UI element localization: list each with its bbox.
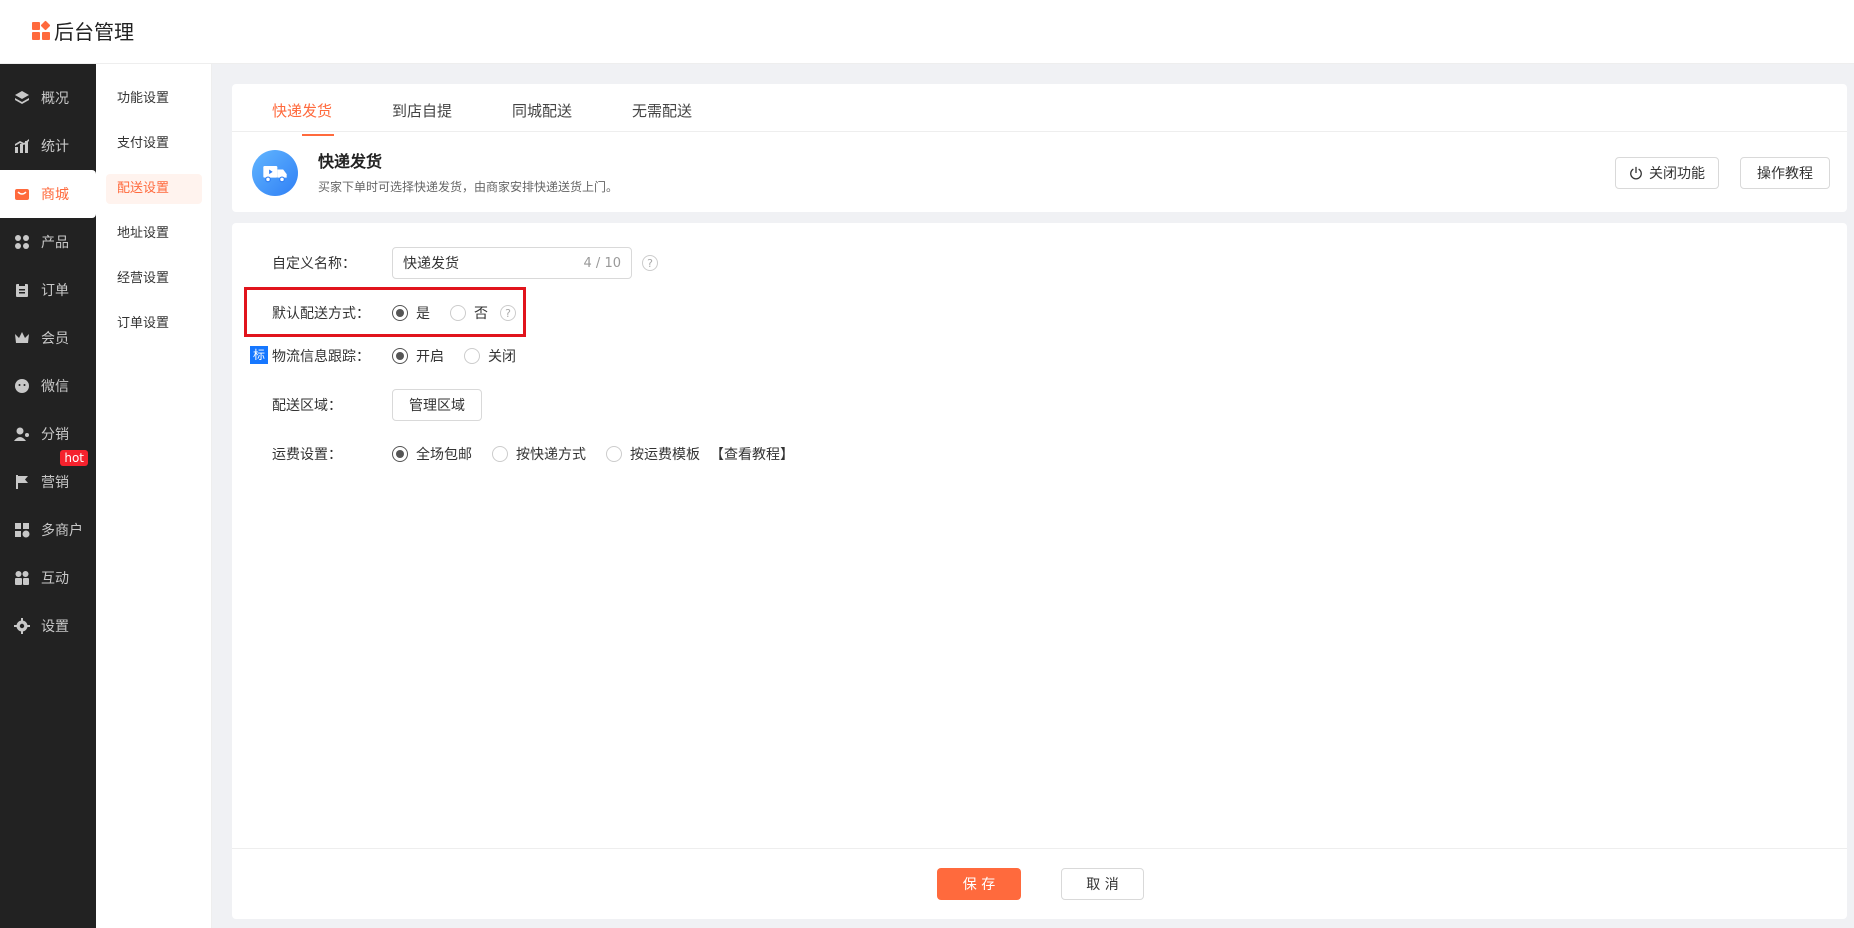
cancel-button[interactable]: 取 消 bbox=[1061, 868, 1144, 900]
tab-same-city[interactable]: 同城配送 bbox=[512, 100, 572, 121]
manage-area-button[interactable]: 管理区域 bbox=[392, 389, 482, 421]
sidebar-item-wechat[interactable]: 微信 bbox=[0, 362, 96, 410]
radio-label: 按运费模板 bbox=[630, 447, 700, 463]
submenu-item-delivery[interactable]: 配送设置 bbox=[106, 174, 202, 204]
radio-dot bbox=[392, 348, 408, 364]
footer-divider bbox=[232, 848, 1847, 849]
radio-dot bbox=[606, 446, 622, 462]
submenu-item-order[interactable]: 订单设置 bbox=[106, 309, 202, 339]
custom-name-value: 快递发货 bbox=[403, 256, 459, 272]
help-icon[interactable]: ? bbox=[642, 255, 658, 271]
sidebar-item-label: 设置 bbox=[41, 619, 69, 635]
tab-express[interactable]: 快递发货 bbox=[272, 100, 335, 136]
feature-description: 买家下单时可选择快递发货，由商家安排快递送货上门。 bbox=[318, 180, 619, 194]
delivery-area-row: 配送区域： 管理区域 bbox=[272, 389, 482, 421]
sidebar-item-member[interactable]: 会员 bbox=[0, 314, 96, 362]
sidebar-item-order[interactable]: 订单 bbox=[0, 266, 96, 314]
radio-by-template[interactable]: 按运费模板 bbox=[606, 444, 700, 464]
delivery-header-card: 快递发货 到店自提 同城配送 无需配送 快递发货 买家下单时可选择快递发货，由商… bbox=[232, 84, 1847, 212]
sidebar-item-settings[interactable]: 设置 bbox=[0, 602, 96, 650]
freight-row: 运费设置： 全场包邮 按快递方式 按运费模板 【查看教程】 bbox=[272, 438, 794, 470]
sidebar-item-product[interactable]: 产品 bbox=[0, 218, 96, 266]
submenu-item-payment[interactable]: 支付设置 bbox=[106, 129, 202, 159]
distribution-icon bbox=[14, 426, 30, 442]
sidebar-item-label: 订单 bbox=[41, 283, 69, 299]
close-feature-label: 关闭功能 bbox=[1649, 166, 1705, 182]
secondary-menu: 功能设置 支付设置 配送设置 地址设置 经营设置 订单设置 bbox=[96, 64, 212, 928]
mall-icon bbox=[14, 186, 30, 202]
char-counter: 4 / 10 bbox=[583, 255, 621, 271]
radio-label: 关闭 bbox=[488, 349, 516, 365]
top-header: 后台管理 bbox=[0, 0, 1854, 64]
gear-icon bbox=[14, 618, 30, 634]
close-feature-button[interactable]: 关闭功能 bbox=[1615, 157, 1719, 189]
truck-icon bbox=[252, 150, 298, 196]
logo-icon bbox=[32, 20, 51, 40]
sidebar-item-label: 会员 bbox=[41, 331, 69, 347]
highlight-annotation-box bbox=[244, 287, 526, 337]
radio-dot bbox=[492, 446, 508, 462]
delivery-tabs: 快递发货 到店自提 同城配送 无需配送 bbox=[232, 84, 1847, 136]
sidebar-item-interaction[interactable]: 互动 bbox=[0, 554, 96, 602]
sidebar-item-overview[interactable]: 概况 bbox=[0, 74, 96, 122]
sidebar-item-label: 营销 bbox=[41, 475, 69, 491]
order-icon bbox=[14, 282, 30, 298]
sidebar-item-label: 微信 bbox=[41, 379, 69, 395]
flag-icon bbox=[14, 474, 30, 490]
sidebar-item-label: 分销 bbox=[41, 427, 69, 443]
view-tutorial-link[interactable]: 【查看教程】 bbox=[710, 444, 794, 464]
app-logo[interactable]: 后台管理 bbox=[32, 16, 134, 45]
sidebar-item-mall[interactable]: 商城 bbox=[0, 170, 96, 218]
sidebar-item-stats[interactable]: 统计 bbox=[0, 122, 96, 170]
delivery-area-label: 配送区域： bbox=[272, 398, 342, 414]
custom-name-row: 自定义名称： 快递发货 4 / 10 ? bbox=[272, 247, 658, 279]
interact-icon bbox=[14, 570, 30, 586]
save-button[interactable]: 保 存 bbox=[937, 868, 1021, 900]
radio-free-shipping[interactable]: 全场包邮 bbox=[392, 444, 472, 464]
product-icon bbox=[14, 234, 30, 250]
radio-label: 按快递方式 bbox=[516, 447, 586, 463]
sidebar-item-label: 概况 bbox=[41, 91, 69, 107]
submenu-item-function[interactable]: 功能设置 bbox=[106, 84, 202, 114]
submenu-item-address[interactable]: 地址设置 bbox=[106, 219, 202, 249]
tab-store-pickup[interactable]: 到店自提 bbox=[392, 100, 452, 121]
radio-dot bbox=[464, 348, 480, 364]
radio-tracking-off[interactable]: 关闭 bbox=[464, 346, 516, 366]
primary-sidebar: 概况 统计 商城 产品 订单 会员 微信 分销 营销 hot 多商户 互动 设置 bbox=[0, 64, 96, 928]
sidebar-item-label: 统计 bbox=[41, 139, 69, 155]
sidebar-item-marketing[interactable]: 营销 hot bbox=[0, 450, 96, 506]
radio-by-express[interactable]: 按快递方式 bbox=[492, 444, 586, 464]
app-title: 后台管理 bbox=[54, 20, 134, 44]
radio-label: 全场包邮 bbox=[416, 447, 472, 463]
hot-badge: hot bbox=[60, 450, 88, 466]
sidebar-item-label: 多商户 bbox=[41, 523, 83, 539]
sidebar-item-label: 互动 bbox=[41, 571, 69, 587]
custom-name-input[interactable]: 快递发货 4 / 10 bbox=[392, 247, 632, 279]
feature-title: 快递发货 bbox=[318, 152, 383, 171]
radio-tracking-on[interactable]: 开启 bbox=[392, 346, 444, 366]
sidebar-item-label: 商城 bbox=[41, 187, 69, 203]
layers-icon bbox=[14, 90, 30, 106]
wechat-icon bbox=[14, 378, 30, 394]
annotation-tag: 标 bbox=[250, 346, 268, 364]
tab-no-delivery[interactable]: 无需配送 bbox=[632, 100, 692, 121]
logistics-tracking-label: 物流信息跟踪： bbox=[272, 349, 370, 365]
sidebar-item-multi-merchant[interactable]: 多商户 bbox=[0, 506, 96, 554]
merchant-icon bbox=[14, 522, 30, 538]
power-icon bbox=[1629, 166, 1643, 180]
crown-icon bbox=[14, 330, 30, 346]
freight-label: 运费设置： bbox=[272, 447, 342, 463]
radio-dot bbox=[392, 446, 408, 462]
sidebar-item-label: 产品 bbox=[41, 235, 69, 251]
submenu-item-business[interactable]: 经营设置 bbox=[106, 264, 202, 294]
logistics-tracking-row: 物流信息跟踪： 开启 关闭 bbox=[272, 340, 536, 372]
chart-icon bbox=[14, 138, 30, 154]
radio-label: 开启 bbox=[416, 349, 444, 365]
custom-name-label: 自定义名称： bbox=[272, 256, 356, 272]
tutorial-button[interactable]: 操作教程 bbox=[1740, 157, 1830, 189]
